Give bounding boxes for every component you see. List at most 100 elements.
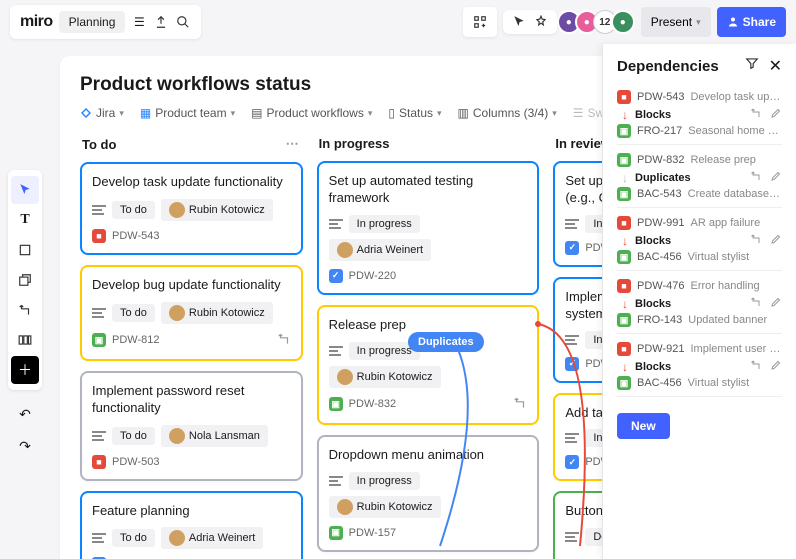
card-title: Develop bug update functionality xyxy=(92,277,291,294)
assignee-pill: Rubin Kotowicz xyxy=(161,199,273,221)
dep-to[interactable]: ▣ BAC-456 Virtual stylist xyxy=(617,376,782,390)
dependencies-title: Dependencies xyxy=(617,58,719,75)
dep-to[interactable]: ▣ FRO-143 Updated banner xyxy=(617,313,782,327)
collaborator-avatars[interactable]: ● ● 12 ● xyxy=(563,10,635,34)
edit-icon[interactable] xyxy=(770,170,782,185)
close-icon[interactable]: ✕ xyxy=(769,56,782,76)
link-icon[interactable] xyxy=(750,170,762,185)
cursor-icon[interactable] xyxy=(511,14,527,30)
link-icon[interactable] xyxy=(750,359,762,374)
issue-key: PDW-157 xyxy=(349,527,396,539)
issue-type-icon: ■ xyxy=(617,216,631,230)
issue-key: PDW-503 xyxy=(112,456,159,468)
share-button[interactable]: Share xyxy=(717,7,786,37)
dep-from[interactable]: ■ PDW-991 AR app failure xyxy=(617,216,782,230)
filter-icon[interactable] xyxy=(745,56,759,76)
link-icon[interactable] xyxy=(750,233,762,248)
link-icon[interactable] xyxy=(750,107,762,122)
relation-label: Blocks xyxy=(635,235,671,247)
dep-from[interactable]: ■ PDW-476 Error handling xyxy=(617,279,782,293)
undo-button[interactable]: ↶ xyxy=(11,400,39,428)
dep-from[interactable]: ■ PDW-921 Implement user authentic... xyxy=(617,342,782,356)
search-icon[interactable] xyxy=(175,14,191,30)
relation-label: Blocks xyxy=(635,109,671,121)
assignee-pill: Adria Weinert xyxy=(161,527,263,549)
brand-pod: miro Planning ☰ xyxy=(10,5,201,39)
more-tools[interactable]: ＋ xyxy=(11,356,39,384)
edit-icon[interactable] xyxy=(770,296,782,311)
filter-status[interactable]: ▯Status▾ xyxy=(388,106,441,120)
apps-button[interactable] xyxy=(463,7,497,37)
redo-button[interactable]: ↷ xyxy=(11,432,39,460)
dep-to[interactable]: ▣ FRO-217 Seasonal home page xyxy=(617,124,782,138)
column-title: In progress xyxy=(319,136,390,151)
description-icon xyxy=(565,219,579,229)
edit-icon[interactable] xyxy=(770,233,782,248)
present-button[interactable]: Present▾ xyxy=(641,7,711,37)
avatar xyxy=(169,530,185,546)
dep-from[interactable]: ■ PDW-543 Develop task update... xyxy=(617,90,782,104)
card-title: Implement password reset functionality xyxy=(92,383,291,417)
export-icon[interactable] xyxy=(153,14,169,30)
miro-logo: miro xyxy=(20,13,53,31)
shapes-tool[interactable] xyxy=(11,266,39,294)
dependency-item: ■ PDW-543 Develop task update... ↓ Block… xyxy=(617,90,782,145)
dependency-icon[interactable] xyxy=(513,396,527,413)
status-pill: In progress xyxy=(349,215,420,233)
description-icon xyxy=(329,219,343,229)
filter-source[interactable]: Jira▾ xyxy=(80,106,124,120)
assignee-pill: Rubin Kotowicz xyxy=(161,302,273,324)
dependency-item: ■ PDW-991 AR app failure ↓ Blocks ▣ BAC-… xyxy=(617,216,782,271)
kanban-card[interactable]: Release prep In progress Rubin Kotowicz … xyxy=(317,305,540,425)
dep-to[interactable]: ▣ BAC-543 Create database schema... xyxy=(617,187,782,201)
issue-key: PDW-543 xyxy=(112,230,159,242)
avatar xyxy=(337,242,353,258)
card-title: Feature planning xyxy=(92,503,291,520)
jira-icon xyxy=(80,107,92,119)
board-name[interactable]: Planning xyxy=(59,11,126,33)
filter-workflow[interactable]: ▤Product workflows▾ xyxy=(251,106,372,120)
kanban-card[interactable]: Implement password reset functionality T… xyxy=(80,371,303,481)
kanban-card[interactable]: Develop bug update functionality To do R… xyxy=(80,265,303,361)
select-tool[interactable] xyxy=(11,176,39,204)
avatar xyxy=(169,202,185,218)
arrow-down-icon: ↓ xyxy=(617,360,633,374)
issue-type-icon: ▣ xyxy=(617,124,631,138)
dep-from[interactable]: ▣ PDW-832 Release prep xyxy=(617,153,782,167)
edit-icon[interactable] xyxy=(770,359,782,374)
dependency-item: ■ PDW-476 Error handling ↓ Blocks ▣ FRO-… xyxy=(617,279,782,334)
hamburger-icon[interactable]: ☰ xyxy=(131,14,147,30)
new-dependency-button[interactable]: New xyxy=(617,413,670,439)
duplicates-badge[interactable]: Duplicates xyxy=(408,332,484,352)
column-menu-icon[interactable]: ⋯ xyxy=(286,136,301,152)
description-icon xyxy=(92,205,106,215)
kanban-card[interactable]: Feature planning To do Adria Weinert ✓ P… xyxy=(80,491,303,559)
avatar xyxy=(169,305,185,321)
relation-label: Duplicates xyxy=(635,172,691,184)
text-tool[interactable]: T xyxy=(11,206,39,234)
filter-team[interactable]: ▦Product team▾ xyxy=(140,106,235,120)
description-icon xyxy=(92,431,106,441)
issue-type-icon: ■ xyxy=(617,342,631,356)
issue-type-icon: ■ xyxy=(92,229,106,243)
description-icon xyxy=(329,346,343,356)
description-icon xyxy=(565,433,579,443)
kanban-card[interactable]: Dropdown menu animation In progress Rubi… xyxy=(317,435,540,552)
relation-label: Blocks xyxy=(635,361,671,373)
status-pill: To do xyxy=(112,529,155,547)
edit-icon[interactable] xyxy=(770,107,782,122)
connector-tool[interactable] xyxy=(11,296,39,324)
issue-type-icon: ■ xyxy=(92,455,106,469)
issue-type-icon: ▣ xyxy=(617,153,631,167)
dep-to[interactable]: ▣ BAC-456 Virtual stylist xyxy=(617,250,782,264)
kanban-card[interactable]: Develop task update functionality To do … xyxy=(80,162,303,255)
dependency-icon[interactable] xyxy=(277,332,291,349)
kanban-card[interactable]: Set up automated testing framework In pr… xyxy=(317,161,540,295)
sticky-note-tool[interactable] xyxy=(11,236,39,264)
link-icon[interactable] xyxy=(750,296,762,311)
description-icon xyxy=(565,532,579,542)
filter-columns[interactable]: ▥Columns (3/4)▾ xyxy=(458,106,557,120)
reactions-icon[interactable] xyxy=(533,14,549,30)
frame-tool[interactable] xyxy=(11,326,39,354)
status-pill: To do xyxy=(112,427,155,445)
